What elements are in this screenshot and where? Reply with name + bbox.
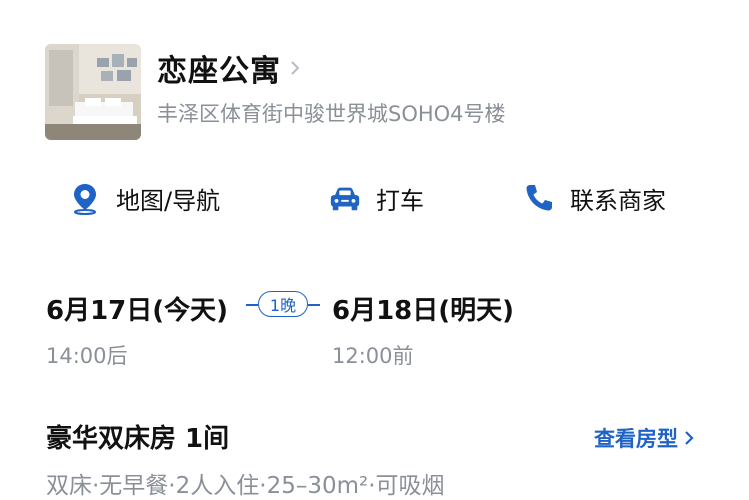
- contact-merchant-label: 联系商家: [570, 186, 666, 215]
- room-description: 双床·无早餐·2人入住·25–30m²·可吸烟: [46, 473, 445, 499]
- checkout-time: 12:00前: [332, 344, 414, 368]
- room-title: 豪华双床房 1间: [46, 424, 230, 454]
- hotel-photo[interactable]: [45, 44, 141, 140]
- view-room-types-label: 查看房型: [594, 427, 678, 451]
- taxi-label: 打车: [376, 186, 424, 215]
- location-pin-icon: [68, 181, 102, 215]
- checkin-time: 14:00后: [46, 344, 128, 368]
- map-navigation-label: 地图/导航: [116, 186, 221, 215]
- checkout-date[interactable]: 6月18日(明天): [332, 290, 514, 327]
- contact-merchant-button[interactable]: 联系商家: [522, 178, 666, 218]
- view-room-types-link[interactable]: 查看房型: [594, 423, 694, 453]
- car-icon: [328, 181, 362, 215]
- phone-icon: [522, 181, 556, 215]
- nights-indicator: 1晚: [246, 290, 322, 320]
- hotel-address: 丰泽区体育街中骏世界城SOHO4号楼: [157, 102, 506, 126]
- nights-connector-left: [246, 304, 258, 306]
- nights-connector-right: [308, 304, 320, 306]
- taxi-button[interactable]: 打车: [328, 178, 424, 218]
- hotel-name: 恋座公寓: [157, 54, 281, 89]
- checkin-date[interactable]: 6月17日(今天): [46, 290, 228, 327]
- nights-badge: 1晚: [258, 291, 308, 317]
- hotel-name-link[interactable]: 恋座公寓: [157, 46, 301, 90]
- map-navigation-button[interactable]: 地图/导航: [68, 178, 220, 218]
- chevron-right-icon: [685, 431, 694, 445]
- chevron-right-icon: [291, 61, 300, 75]
